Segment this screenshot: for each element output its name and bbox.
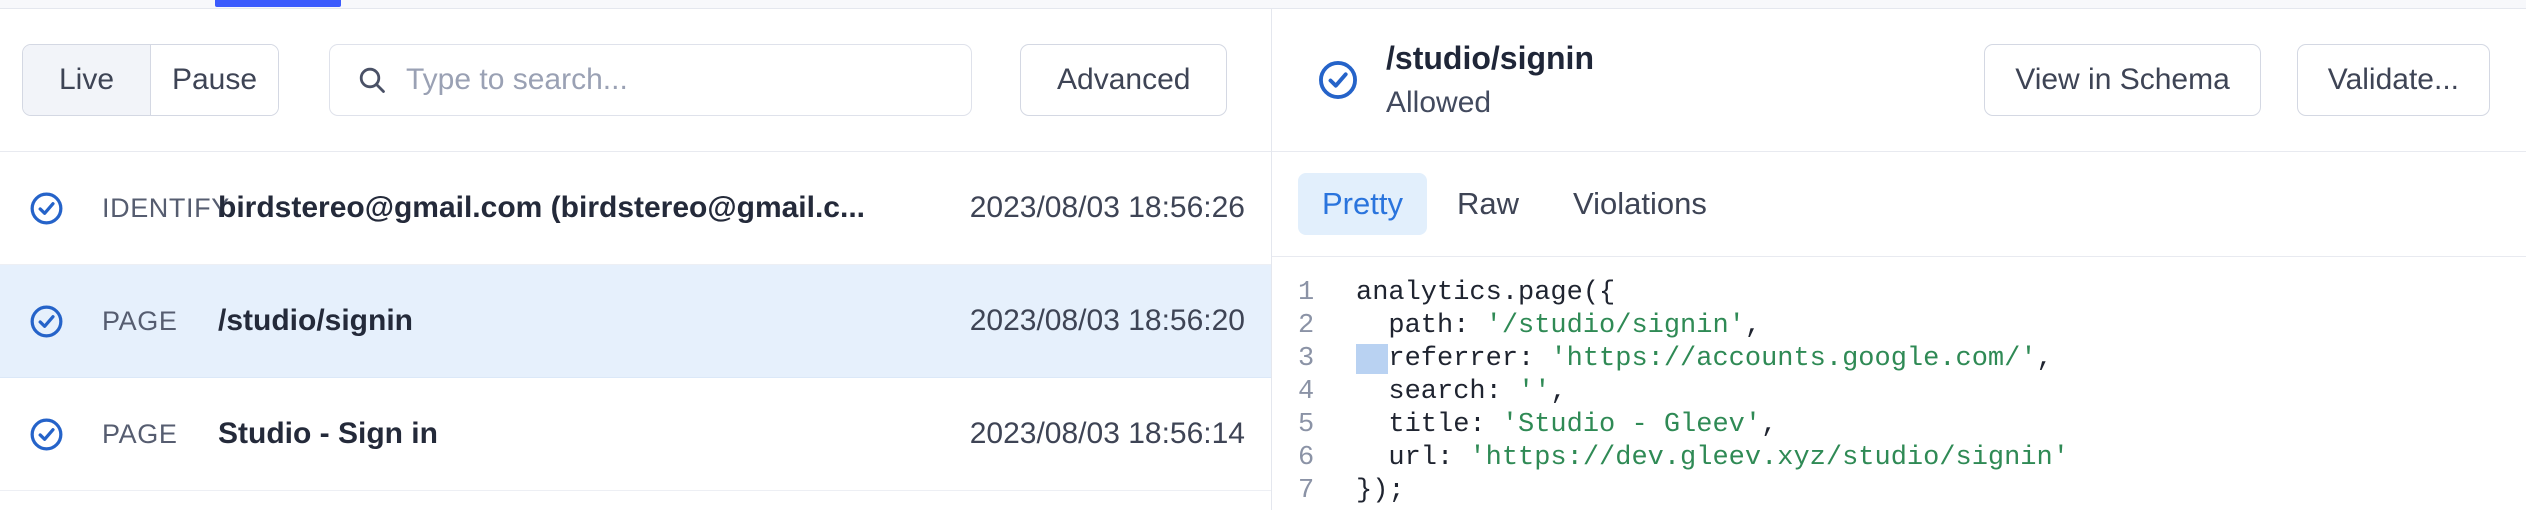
line-number: 1 — [1298, 278, 1315, 308]
table-row[interactable]: IDENTIFY birdstereo@gmail.com (birdstere… — [0, 152, 1271, 265]
code-line: 3 referrer: 'https://accounts.google.com… — [1272, 343, 2526, 376]
live-pause-toggle[interactable]: Live Pause — [22, 44, 279, 116]
search-input[interactable] — [406, 63, 945, 97]
row-event-type: PAGE — [102, 418, 178, 449]
detail-header-actions: View in Schema Validate... — [1984, 44, 2490, 116]
validate-button[interactable]: Validate... — [2296, 44, 2490, 116]
check-circle-icon — [30, 305, 63, 337]
row-timestamp: 2023/08/03 18:56:20 — [969, 304, 1245, 337]
code-token: }); — [1356, 476, 1405, 506]
code-string: '' — [1518, 377, 1551, 407]
code-string: 'Studio - Gleev' — [1501, 410, 1762, 440]
tab-violations[interactable]: Violations — [1549, 173, 1731, 235]
row-event-label: birdstereo@gmail.com (birdstereo@gmail.c… — [218, 191, 865, 224]
code-text: url: 'https://dev.gleev.xyz/studio/signi… — [1356, 442, 2526, 475]
line-number: 4 — [1298, 377, 1315, 407]
detail-tabs: Pretty Raw Violations — [1272, 152, 2526, 257]
row-status — [28, 190, 102, 227]
code-token: url: — [1356, 443, 1470, 473]
code-line: 1 analytics.page({ — [1272, 277, 2526, 310]
code-line: 4 search: '', — [1272, 376, 2526, 409]
code-token: , — [2036, 344, 2053, 374]
code-viewer[interactable]: 1 analytics.page({2 path: '/studio/signin… — [1272, 257, 2526, 508]
row-status — [28, 303, 102, 340]
row-event-type: IDENTIFY — [102, 192, 230, 223]
code-string: 'https://dev.gleev.xyz/studio/signin' — [1469, 443, 2069, 473]
live-button[interactable]: Live — [23, 45, 150, 115]
tab-raw[interactable]: Raw — [1433, 173, 1543, 235]
code-string: 'https://accounts.google.com/' — [1550, 344, 2037, 374]
code-line: 5 title: 'Studio - Gleev', — [1272, 409, 2526, 442]
line-number: 2 — [1298, 311, 1315, 341]
table-row[interactable]: PAGE Studio - Sign in 2023/08/03 18:56:1… — [0, 378, 1271, 491]
code-token: title: — [1356, 410, 1502, 440]
check-circle-icon — [1319, 61, 1357, 99]
code-token: search: — [1356, 377, 1519, 407]
code-text: title: 'Studio - Gleev', — [1356, 409, 2526, 442]
code-text: }); — [1356, 475, 2526, 508]
row-timestamp: 2023/08/03 18:56:14 — [969, 417, 1245, 450]
line-number: 5 — [1298, 410, 1315, 440]
pause-button[interactable]: Pause — [151, 45, 278, 115]
check-circle-icon — [30, 192, 63, 224]
advanced-button[interactable]: Advanced — [1020, 44, 1228, 116]
row-event-type: PAGE — [102, 305, 178, 336]
code-line: 6 url: 'https://dev.gleev.xyz/studio/sig… — [1272, 442, 2526, 475]
code-token: , — [1744, 311, 1762, 341]
code-token: analytics.page({ — [1356, 278, 1616, 308]
code-token: , — [1761, 410, 1778, 440]
row-event-label: /studio/signin — [218, 304, 413, 337]
view-in-schema-button[interactable]: View in Schema — [1984, 44, 2261, 116]
line-number: 7 — [1298, 476, 1315, 506]
status-badge: Allowed — [1386, 85, 1492, 119]
code-text: analytics.page({ — [1356, 277, 2526, 310]
code-text: referrer: 'https://accounts.google.com/'… — [1356, 343, 2526, 376]
row-timestamp: 2023/08/03 18:56:26 — [969, 191, 1245, 224]
event-detail-panel: /studio/signin Allowed View in Schema Va… — [1272, 9, 2526, 510]
code-line: 2 path: '/studio/signin', — [1272, 310, 2526, 343]
detail-title-group: /studio/signin Allowed — [1386, 38, 1984, 122]
event-stream-toolbar: Live Pause Advanced — [0, 9, 1271, 152]
line-number: 3 — [1298, 344, 1315, 374]
tab-pretty[interactable]: Pretty — [1298, 173, 1427, 235]
page-title: /studio/signin — [1386, 40, 1594, 77]
code-text: search: '', — [1356, 376, 2526, 409]
code-string: '/studio/signin' — [1485, 311, 1745, 341]
event-stream-panel: Live Pause Advanced — [0, 9, 1272, 510]
code-token: , — [1550, 377, 1567, 407]
code-token: referrer: — [1388, 344, 1551, 374]
app-split-view: Live Pause Advanced — [0, 9, 2526, 510]
row-status — [28, 416, 102, 453]
search-field[interactable] — [329, 44, 972, 116]
check-circle-icon — [30, 418, 63, 450]
row-event-label: Studio - Sign in — [218, 417, 438, 450]
active-tab-indicator — [215, 0, 341, 7]
line-number: 6 — [1298, 443, 1315, 473]
code-token: path: — [1356, 311, 1486, 341]
detail-header: /studio/signin Allowed View in Schema Va… — [1272, 9, 2526, 152]
code-text: path: '/studio/signin', — [1356, 310, 2526, 343]
code-selection — [1356, 344, 1389, 374]
event-list: IDENTIFY birdstereo@gmail.com (birdstere… — [0, 152, 1271, 491]
search-icon — [359, 67, 385, 93]
code-line: 7}); — [1272, 475, 2526, 508]
top-tab-strip — [0, 0, 2526, 9]
table-row[interactable]: PAGE /studio/signin 2023/08/03 18:56:20 — [0, 265, 1271, 378]
